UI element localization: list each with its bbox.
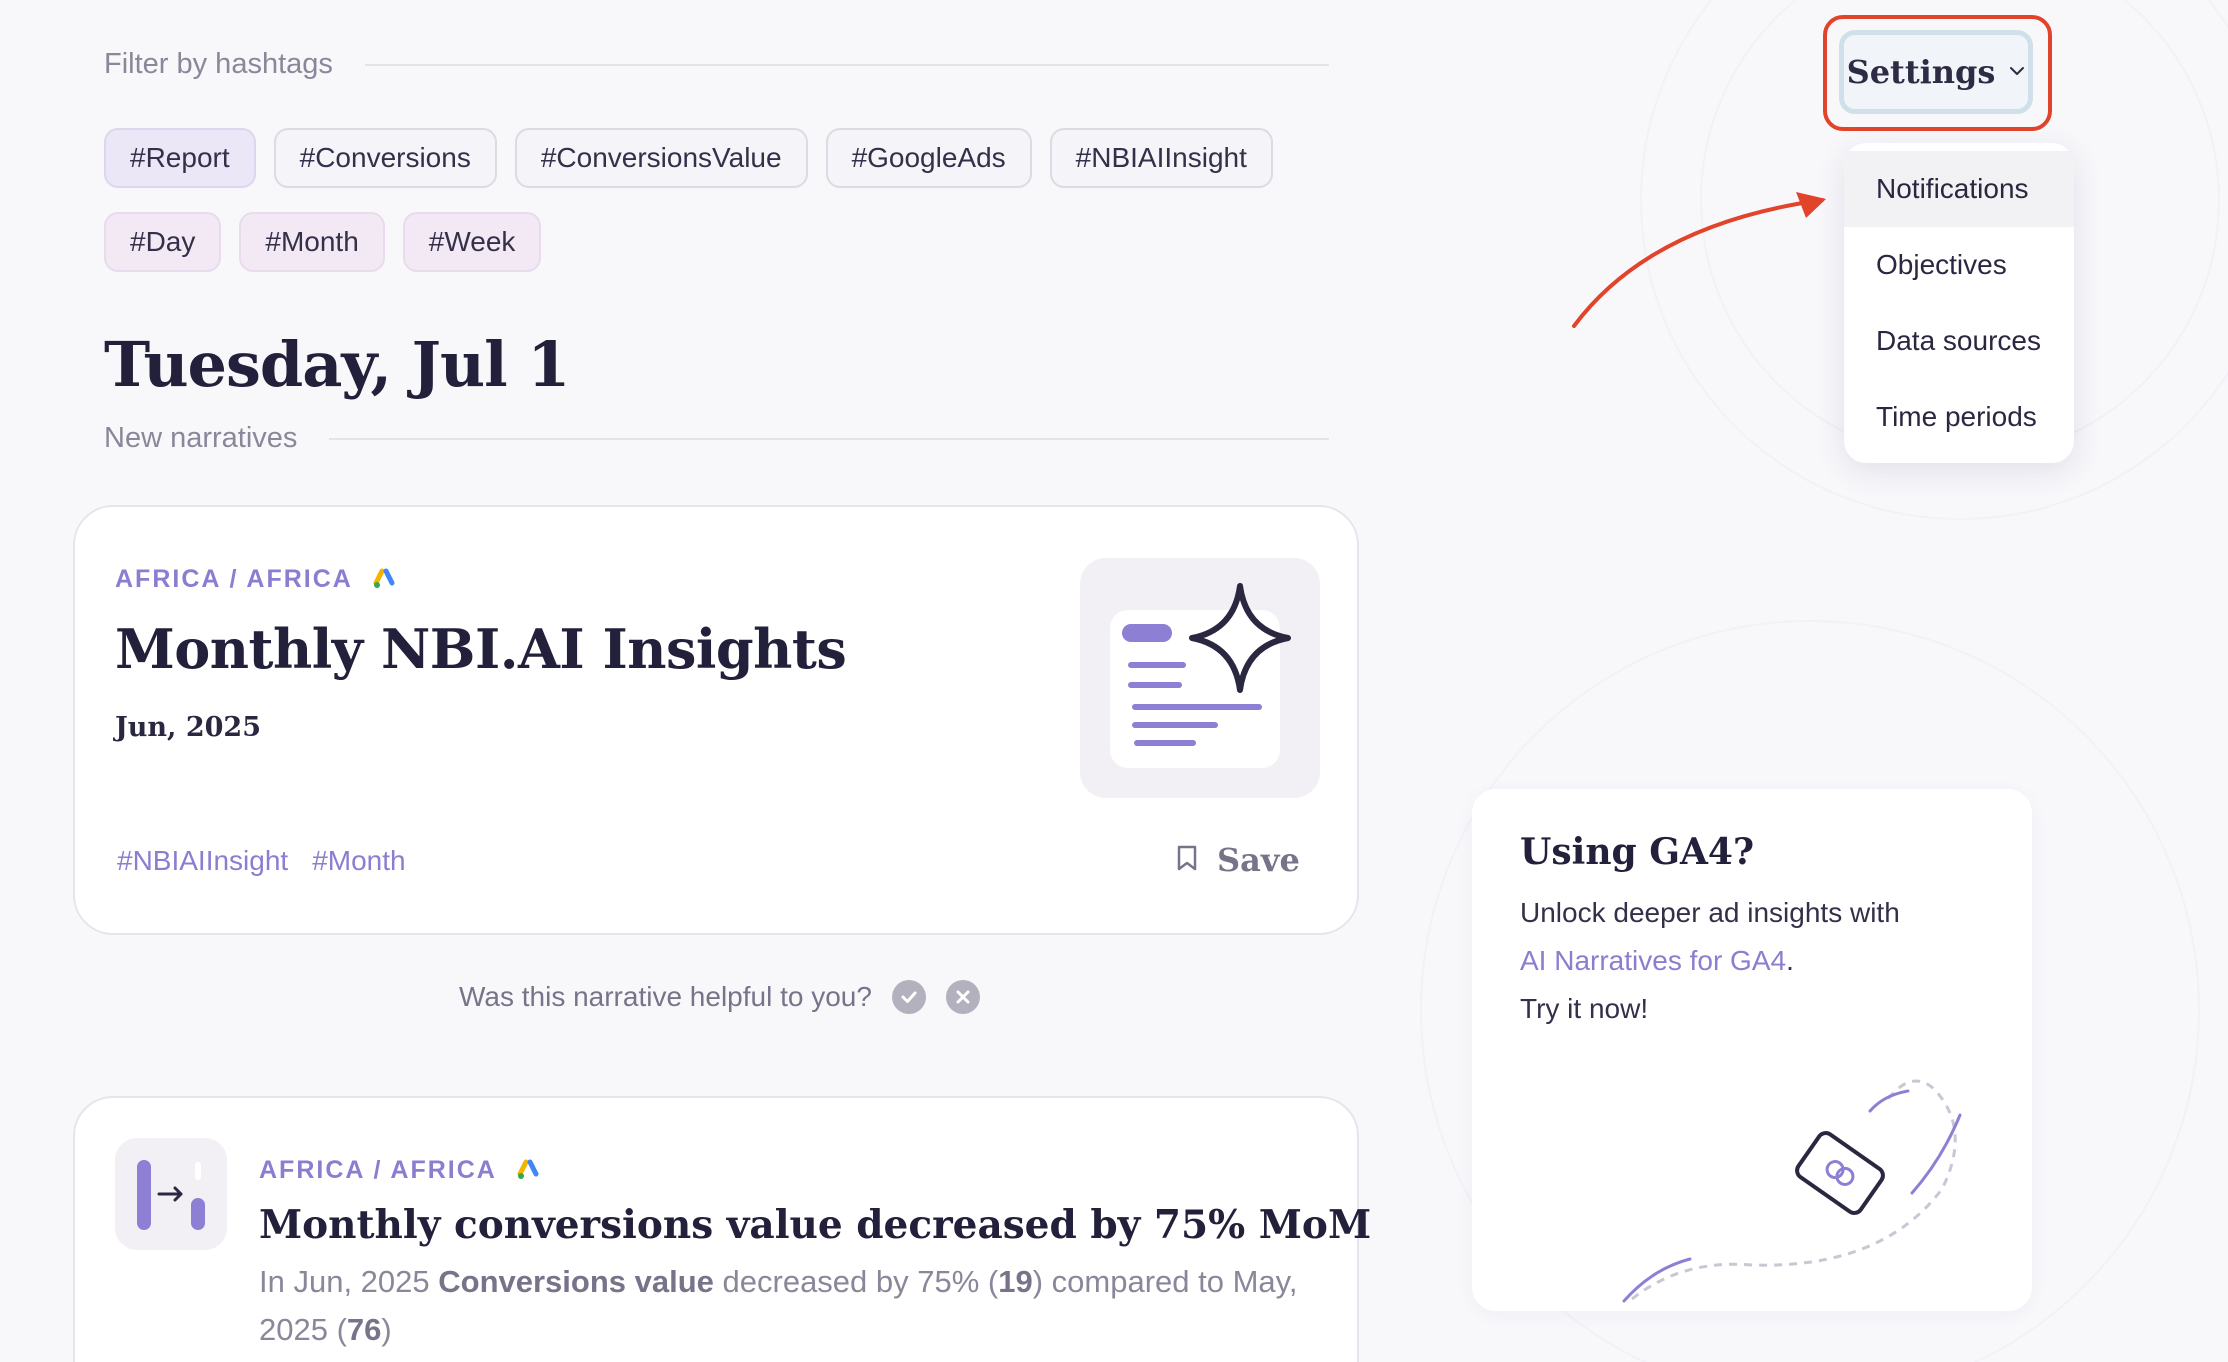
narrative-period: Jun, 2025 <box>115 712 261 743</box>
settings-dropdown-menu: Notifications Objectives Data sources Ti… <box>1844 143 2074 463</box>
narrative-title[interactable]: Monthly conversions value decreased by 7… <box>259 1202 1371 1248</box>
rocket-tag-illustration <box>1622 1079 1962 1303</box>
insight-illustration <box>1080 558 1320 798</box>
promo-title: Using GA4? <box>1520 831 1755 873</box>
feedback-no-close-icon[interactable] <box>945 980 980 1014</box>
divider <box>329 437 1329 440</box>
bookmark-icon <box>1175 844 1199 877</box>
narrative-region: AFRICA / AFRICA <box>115 565 399 594</box>
google-ads-icon <box>373 568 399 592</box>
date-heading: Tuesday, Jul 1 <box>104 328 570 401</box>
narrative-title[interactable]: Monthly NBI.AI Insights <box>115 617 847 681</box>
region-label: AFRICA / AFRICA <box>115 565 353 593</box>
section-label: New narratives <box>104 422 298 454</box>
narrative-hashtags: #NBIAIInsight #Month <box>117 845 406 877</box>
narrative-card[interactable]: AFRICA / AFRICA Monthly conversions valu… <box>73 1096 1371 1362</box>
promo-line: Unlock deeper ad insights with <box>1520 897 1900 928</box>
save-label: Save <box>1217 841 1300 879</box>
narrative-card[interactable]: AFRICA / AFRICA Monthly NBI.AI Insights … <box>73 505 1359 935</box>
hashtag-filter-week[interactable]: #Week <box>402 212 542 272</box>
filter-label: Filter by hashtags <box>104 48 333 80</box>
menu-item-objectives[interactable]: Objectives <box>1844 227 2074 303</box>
desc-text: ) <box>381 1312 392 1347</box>
desc-text: decreased by 75% ( <box>713 1264 999 1299</box>
feedback-yes-check-icon[interactable] <box>891 980 926 1014</box>
desc-metric: Conversions value <box>438 1264 714 1299</box>
feedback-question: Was this narrative helpful to you? <box>459 981 872 1012</box>
promo-link-suffix: . <box>1786 945 1794 976</box>
hashtag-filter-month[interactable]: #Month <box>239 212 385 272</box>
hashtag-filter-googleads[interactable]: #GoogleAds <box>825 128 1032 188</box>
promo-link[interactable]: AI Narratives for GA4 <box>1520 945 1786 976</box>
ga4-promo-card: Using GA4? Unlock deeper ad insights wit… <box>1472 789 2032 1311</box>
trend-bars-icon <box>115 1138 227 1250</box>
menu-item-notifications[interactable]: Notifications <box>1844 151 2074 227</box>
filter-header: Filter by hashtags <box>104 48 1329 81</box>
settings-label: Settings <box>1846 53 1996 91</box>
hashtag-filter-conversionsvalue[interactable]: #ConversionsValue <box>514 128 808 188</box>
narrative-region: AFRICA / AFRICA <box>259 1156 543 1185</box>
feedback-row: Was this narrative helpful to you? <box>459 980 980 1014</box>
narrative-description: In Jun, 2025 Conversions value decreased… <box>259 1258 1319 1354</box>
promo-text: Unlock deeper ad insights with AI Narrat… <box>1520 889 1990 1033</box>
google-ads-icon <box>517 1159 543 1183</box>
divider <box>364 63 1329 66</box>
hashtag-filter-conversions[interactable]: #Conversions <box>273 128 497 188</box>
hashtag-filter-report[interactable]: #Report <box>104 128 256 188</box>
annotation-arrow-icon <box>1572 192 1826 328</box>
desc-value: 19 <box>998 1264 1033 1299</box>
narrative-hashtag[interactable]: #NBIAIInsight <box>117 845 288 877</box>
hashtag-filter-list: #Report #Conversions #ConversionsValue #… <box>104 128 1304 272</box>
region-label: AFRICA / AFRICA <box>259 1156 497 1184</box>
menu-item-data-sources[interactable]: Data sources <box>1844 303 2074 379</box>
desc-text: In Jun, 2025 <box>259 1264 439 1299</box>
promo-line: Try it now! <box>1520 993 1649 1024</box>
narrative-hashtag[interactable]: #Month <box>312 845 405 877</box>
menu-item-time-periods[interactable]: Time periods <box>1844 379 2074 455</box>
save-button[interactable]: Save <box>1175 841 1300 879</box>
section-header: New narratives <box>104 422 1329 455</box>
desc-value: 76 <box>346 1312 382 1347</box>
hashtag-filter-nbiaiinsight[interactable]: #NBIAIInsight <box>1049 128 1273 188</box>
hashtag-filter-day[interactable]: #Day <box>104 212 222 272</box>
settings-button[interactable]: Settings <box>1839 30 2033 114</box>
chevron-down-icon <box>2009 63 2025 81</box>
